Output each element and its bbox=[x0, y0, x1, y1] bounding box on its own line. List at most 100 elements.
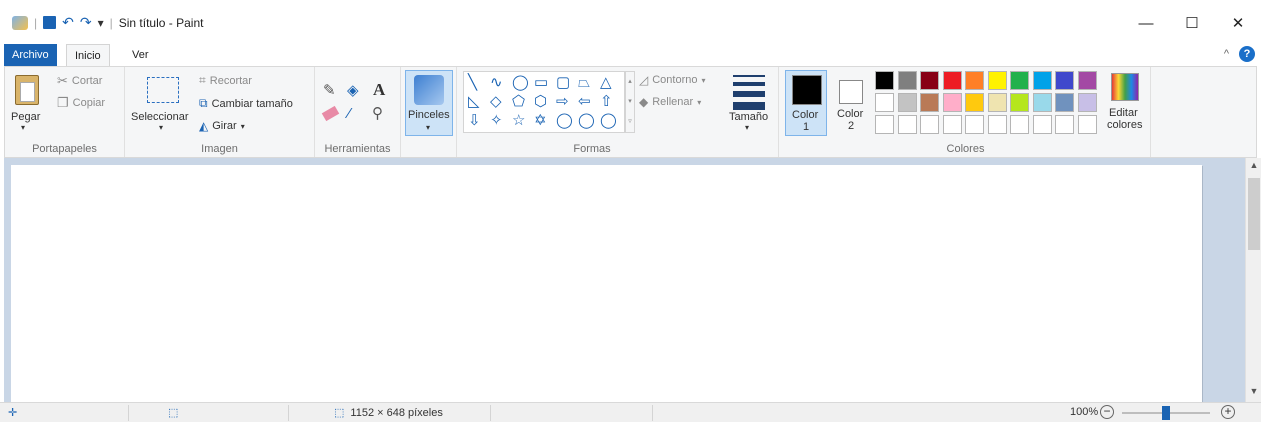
palette-swatch[interactable] bbox=[942, 71, 962, 90]
save-icon[interactable] bbox=[43, 16, 57, 29]
scroll-down-icon[interactable]: ▼ bbox=[1246, 386, 1261, 396]
paste-button[interactable]: Pegar ▾ bbox=[11, 73, 45, 133]
palette-swatch[interactable] bbox=[1010, 93, 1029, 112]
scroll-up-icon[interactable]: ▲ bbox=[1246, 160, 1261, 170]
size-button[interactable]: Tamaño ▾ bbox=[727, 71, 773, 135]
palette-swatch[interactable] bbox=[1032, 93, 1052, 112]
color1-swatch bbox=[792, 75, 822, 105]
shape-icon[interactable]: ✡ bbox=[534, 113, 547, 129]
palette-swatch[interactable] bbox=[1055, 93, 1074, 112]
shape-icon[interactable]: ∿ bbox=[490, 75, 503, 91]
tab-archivo[interactable]: Archivo bbox=[4, 44, 57, 66]
palette-swatch[interactable] bbox=[1055, 115, 1074, 134]
text-icon[interactable]: A bbox=[373, 80, 385, 100]
crop-button[interactable]: ⌗ Recortar bbox=[199, 73, 252, 88]
shape-icon[interactable]: ⬠ bbox=[512, 94, 525, 110]
shape-icon[interactable]: ⇨ bbox=[556, 94, 569, 110]
palette-swatch[interactable] bbox=[987, 93, 1007, 112]
shape-icon[interactable]: ⬡ bbox=[534, 94, 547, 110]
palette-swatch[interactable] bbox=[897, 71, 917, 90]
palette-swatch[interactable] bbox=[987, 71, 1007, 90]
close-button[interactable]: ✕ bbox=[1215, 10, 1261, 36]
rotate-label: Girar bbox=[212, 120, 237, 132]
help-icon[interactable]: ? bbox=[1239, 46, 1255, 62]
shape-icon[interactable]: ✧ bbox=[490, 113, 503, 129]
rotate-button[interactable]: ◭ Girar ▾ bbox=[199, 119, 245, 133]
shape-icon[interactable]: △ bbox=[600, 75, 612, 91]
fill-button[interactable]: ◆ Rellenar ▾ bbox=[639, 95, 701, 109]
drawing-canvas[interactable] bbox=[11, 165, 1202, 402]
select-button[interactable]: Seleccionar ▾ bbox=[131, 73, 193, 133]
redo-icon[interactable]: ↷ bbox=[80, 14, 92, 31]
palette-swatch[interactable] bbox=[920, 71, 939, 90]
scroll-thumb[interactable] bbox=[1248, 178, 1260, 250]
palette-swatch[interactable] bbox=[920, 93, 939, 112]
shape-icon[interactable]: ◺ bbox=[468, 94, 480, 110]
cut-button[interactable]: ✂ Cortar bbox=[57, 73, 102, 89]
shape-icon[interactable]: ⇧ bbox=[600, 94, 613, 110]
palette-swatch[interactable] bbox=[965, 71, 984, 90]
maximize-button[interactable]: ☐ bbox=[1169, 10, 1215, 36]
palette-swatch[interactable] bbox=[875, 71, 894, 90]
palette-swatch[interactable] bbox=[875, 115, 894, 134]
palette-swatch[interactable] bbox=[942, 115, 962, 134]
palette-swatch[interactable] bbox=[1032, 115, 1052, 134]
palette-swatch[interactable] bbox=[875, 93, 894, 112]
shape-icon[interactable]: ◯ bbox=[600, 113, 617, 129]
copy-button[interactable]: ❐ Copiar bbox=[57, 95, 105, 111]
paint-app-icon[interactable] bbox=[12, 15, 28, 30]
resize-button[interactable]: ⧉ Cambiar tamaño bbox=[199, 96, 293, 111]
shape-icon[interactable]: ☆ bbox=[512, 113, 525, 129]
tab-inicio[interactable]: Inicio bbox=[66, 44, 110, 67]
shape-icon[interactable]: ⇩ bbox=[468, 113, 481, 129]
zoom-slider-thumb[interactable] bbox=[1162, 406, 1170, 420]
shape-icon[interactable]: ╲ bbox=[468, 75, 477, 91]
undo-icon[interactable]: ↶ bbox=[62, 14, 74, 31]
vertical-scrollbar[interactable]: ▲ ▼ bbox=[1245, 158, 1261, 402]
selection-size-icon: ⬚ bbox=[168, 407, 179, 419]
palette-swatch[interactable] bbox=[965, 115, 984, 134]
palette-swatch[interactable] bbox=[897, 115, 917, 134]
shape-icon[interactable]: ▢ bbox=[556, 75, 570, 91]
gallery-scroll[interactable]: ▴ ▾ ▿ bbox=[625, 71, 635, 133]
eraser-icon[interactable] bbox=[321, 105, 340, 122]
minimize-button[interactable]: — bbox=[1123, 10, 1169, 36]
edit-colors-button[interactable]: Editar colores bbox=[1103, 71, 1147, 137]
palette-swatch[interactable] bbox=[1077, 93, 1097, 112]
outline-button[interactable]: ◿ Contorno ▾ bbox=[639, 73, 706, 87]
color2-button[interactable]: Color 2 bbox=[831, 70, 873, 136]
color1-button[interactable]: Color 1 bbox=[785, 70, 827, 136]
fill-bucket-icon[interactable]: ◈ bbox=[347, 81, 359, 99]
shapes-gallery[interactable]: ╲ ∿ ◯ ▭ ▢ ⏢ △ ◺ ◇ ⬠ ⬡ ⇨ ⇦ ⇧ ⇩ ✧ ☆ ✡ ◯ ◯ ◯ bbox=[463, 71, 625, 133]
customize-quick-access-icon[interactable]: ▾ bbox=[98, 16, 104, 30]
magnifier-icon[interactable]: ⚲ bbox=[372, 104, 383, 122]
shape-icon[interactable]: ◯ bbox=[578, 113, 595, 129]
shape-icon[interactable]: ⇦ bbox=[578, 94, 591, 110]
palette-swatch[interactable] bbox=[1010, 71, 1029, 90]
palette-swatch[interactable] bbox=[1077, 71, 1097, 90]
palette-swatch[interactable] bbox=[987, 115, 1007, 134]
zoom-in-icon[interactable]: + bbox=[1221, 405, 1235, 419]
pencil-icon[interactable]: ✎ bbox=[323, 81, 336, 99]
shape-icon[interactable]: ⏢ bbox=[578, 75, 590, 91]
palette-swatch[interactable] bbox=[1055, 71, 1074, 90]
zoom-slider[interactable] bbox=[1122, 406, 1210, 420]
shape-icon[interactable]: ◯ bbox=[512, 75, 529, 91]
palette-swatch[interactable] bbox=[965, 93, 984, 112]
palette-swatch[interactable] bbox=[897, 93, 917, 112]
shape-icon[interactable]: ▭ bbox=[534, 75, 548, 91]
line-size-icon bbox=[733, 75, 765, 110]
palette-swatch[interactable] bbox=[920, 115, 939, 134]
image-size-text: 1152 × 648 píxeles bbox=[350, 406, 443, 419]
palette-swatch[interactable] bbox=[1077, 115, 1097, 134]
color-picker-icon[interactable]: ⁄ bbox=[348, 105, 351, 122]
palette-swatch[interactable] bbox=[1010, 115, 1029, 134]
shape-icon[interactable]: ◇ bbox=[490, 94, 502, 110]
palette-swatch[interactable] bbox=[1032, 71, 1052, 90]
collapse-ribbon-icon[interactable]: ^ bbox=[1224, 48, 1229, 60]
palette-swatch[interactable] bbox=[942, 93, 962, 112]
zoom-out-icon[interactable]: − bbox=[1100, 405, 1114, 419]
shape-icon[interactable]: ◯ bbox=[556, 113, 573, 129]
tab-ver[interactable]: Ver bbox=[124, 44, 157, 66]
chevron-down-icon: ▾ bbox=[697, 97, 702, 107]
